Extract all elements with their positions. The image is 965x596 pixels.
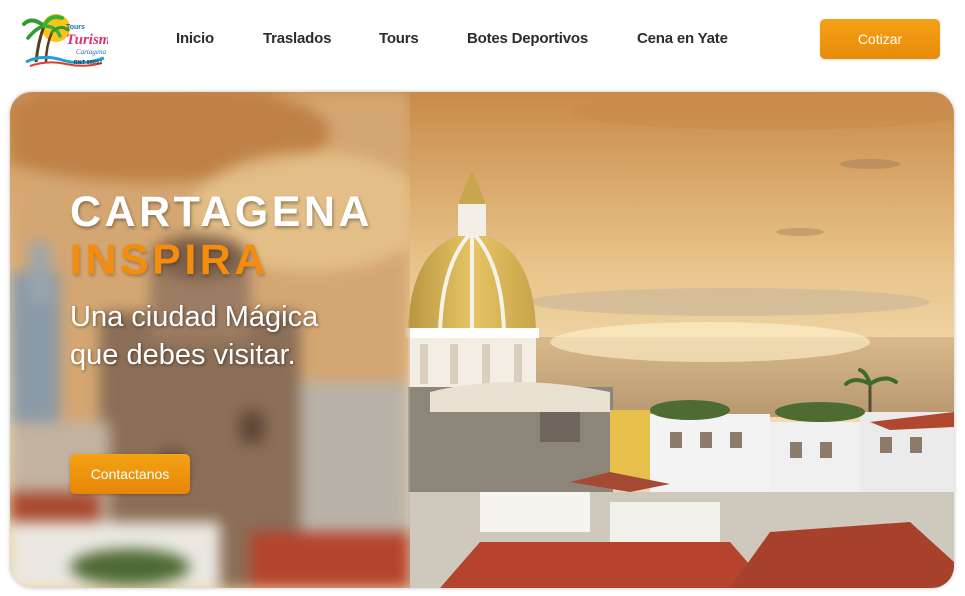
svg-text:Tours: Tours <box>66 24 85 31</box>
palm-tree-logo-icon: Turismo Tours Cartagena <box>22 14 118 67</box>
logo-registration: RNT 86897 <box>74 60 103 66</box>
hero-title-line1: CARTAGENA <box>70 188 374 236</box>
site-header: Turismo Tours Cartagena RNT 86897 Inicio… <box>0 0 965 80</box>
brand-logo[interactable]: Turismo Tours Cartagena RNT 86897 <box>22 8 118 68</box>
svg-text:Turismo: Turismo <box>66 32 108 48</box>
nav-item-inicio[interactable]: Inicio <box>176 30 214 47</box>
nav-item-botes-deportivos[interactable]: Botes Deportivos <box>467 30 588 47</box>
nav-item-cena-en-yate[interactable]: Cena en Yate <box>637 30 728 47</box>
nav-item-traslados[interactable]: Traslados <box>263 30 331 47</box>
nav-item-tours[interactable]: Tours <box>379 30 419 47</box>
hero-text-block: CARTAGENA INSPIRA Una ciudad Mágica que … <box>70 188 373 374</box>
quote-button[interactable]: Cotizar <box>820 19 940 59</box>
hero-banner: CARTAGENA INSPIRA Una ciudad Mágica que … <box>10 92 954 588</box>
contact-button[interactable]: Contactanos <box>70 454 190 494</box>
svg-text:Cartagena: Cartagena <box>76 48 106 56</box>
hero-subtitle: Una ciudad Mágica que debes visitar. <box>70 301 319 371</box>
hero-title-line2: INSPIRA <box>70 236 269 284</box>
